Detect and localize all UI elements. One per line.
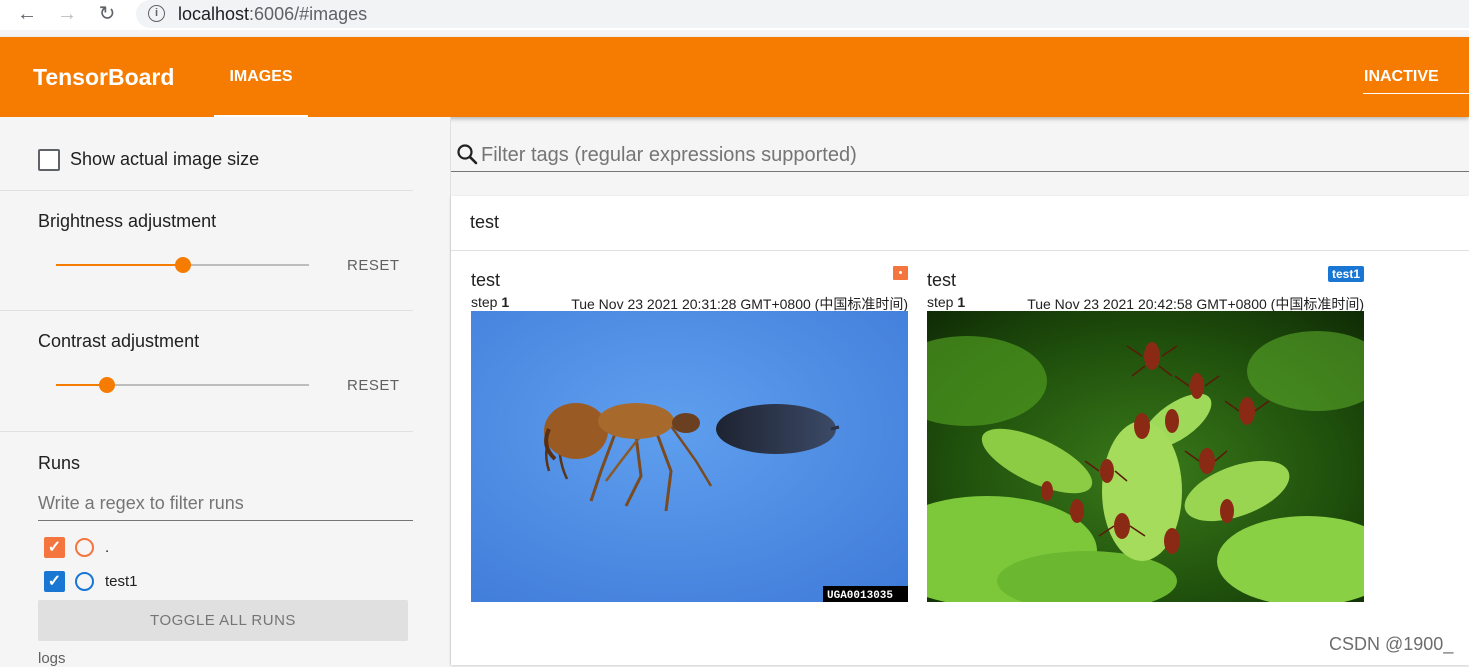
run-color-swatch[interactable] xyxy=(75,572,94,591)
contrast-label: Contrast adjustment xyxy=(38,331,200,351)
browser-toolbar: ← → ↻ i localhost:6006/#images xyxy=(0,0,1469,30)
watermark: CSDN @1900_ xyxy=(1329,634,1454,654)
brightness-section: Brightness adjustment RESET xyxy=(0,191,413,311)
brightness-label: Brightness adjustment xyxy=(38,211,217,231)
ant-image[interactable]: UGA0013035 xyxy=(471,311,908,602)
brightness-slider[interactable] xyxy=(56,257,309,273)
run-name: test1 xyxy=(105,573,138,590)
runs-title: Runs xyxy=(38,453,81,473)
contrast-section: Contrast adjustment RESET xyxy=(0,311,413,432)
sidebar: Show actual image size Brightness adjust… xyxy=(0,117,451,667)
brightness-slider-fill xyxy=(56,264,183,266)
show-actual-size-label: Show actual image size xyxy=(70,149,260,169)
run-indicator xyxy=(893,266,908,280)
run-filter-input[interactable]: Write a regex to filter runs xyxy=(38,489,413,521)
contrast-reset-button[interactable]: RESET xyxy=(347,377,400,394)
image-size-section: Show actual image size xyxy=(0,117,413,191)
image-step: step 1 xyxy=(927,294,966,310)
image-caption: UGA0013035 xyxy=(827,590,893,602)
search-icon xyxy=(457,144,478,165)
tag-group-title[interactable]: test xyxy=(470,212,499,233)
divider xyxy=(451,250,1469,251)
contrast-slider[interactable] xyxy=(56,377,309,393)
info-icon[interactable]: i xyxy=(148,5,165,22)
app-title: TensorBoard xyxy=(33,64,175,90)
image-tag: test xyxy=(927,270,957,290)
run-checkbox[interactable]: ✓ xyxy=(44,537,65,558)
toggle-all-runs-button[interactable]: TOGGLE ALL RUNS xyxy=(38,600,408,641)
image-step: step 1 xyxy=(471,294,510,310)
app-header: TensorBoard IMAGES INACTIVE xyxy=(0,37,1469,117)
run-color-swatch[interactable] xyxy=(75,538,94,557)
reload-icon[interactable]: ↻ xyxy=(95,2,119,26)
run-checkbox[interactable]: ✓ xyxy=(44,571,65,592)
run-name: . xyxy=(105,539,110,556)
image-tag: test xyxy=(471,270,501,290)
address-bar[interactable]: i localhost:6006/#images xyxy=(136,0,1469,28)
tag-filter-input[interactable]: Filter tags (regular expressions support… xyxy=(451,140,1469,172)
tag-filter-placeholder: Filter tags (regular expressions support… xyxy=(481,144,857,166)
forward-arrow-icon[interactable]: → xyxy=(55,2,79,26)
tab-images[interactable]: IMAGES xyxy=(214,37,308,117)
brightness-reset-button[interactable]: RESET xyxy=(347,257,400,274)
run-badge: test1 xyxy=(1327,266,1364,282)
tag-group-card: test test step 1 Tue Nov 23 2021 20:31:2… xyxy=(451,196,1469,665)
ants-on-leaves-image[interactable] xyxy=(927,311,1364,602)
brightness-slider-thumb[interactable] xyxy=(174,257,191,273)
logdir-label: logs xyxy=(38,650,66,667)
show-actual-size-checkbox[interactable] xyxy=(38,149,60,171)
contrast-slider-thumb[interactable] xyxy=(98,377,115,393)
url-text: localhost:6006/#images xyxy=(178,4,368,24)
back-arrow-icon[interactable]: ← xyxy=(15,2,39,26)
inactive-dropdown[interactable]: INACTIVE xyxy=(1363,37,1469,94)
